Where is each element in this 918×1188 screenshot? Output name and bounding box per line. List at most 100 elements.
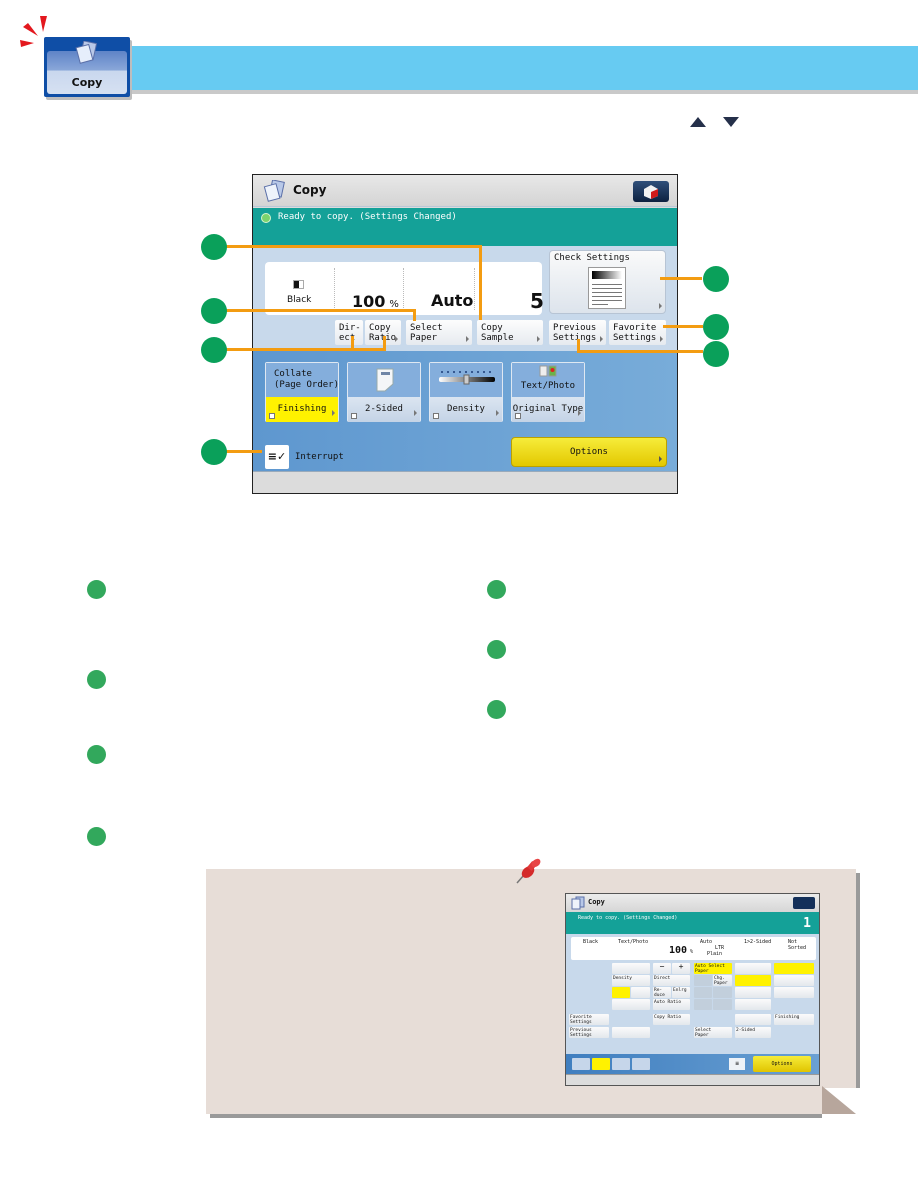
mini-interrupt-icon: ≡ (729, 1058, 745, 1070)
two-sided-key[interactable]: 2-Sided (347, 362, 421, 422)
options-button[interactable]: Options (511, 437, 667, 467)
mini-options: Options (753, 1056, 811, 1072)
callout-line-1-drop (479, 245, 482, 320)
down-arrow-icon (723, 117, 739, 127)
copy-sample-button[interactable]: Copy Sample (477, 320, 543, 345)
shortcut-icon (515, 413, 521, 419)
header-bar (128, 46, 918, 90)
status-bar: Ready to copy. (Settings Changed) (253, 208, 677, 246)
mini-two-sided-key: 2-Sided (735, 1027, 771, 1038)
interrupt-icon: ≡✓ (267, 450, 287, 463)
callout-marker-6 (703, 314, 729, 340)
current-settings-panel: Black 100% Auto 5 (265, 262, 544, 315)
mini-paper-drawer (694, 999, 712, 1010)
divider (334, 268, 335, 310)
pushpin-icon (516, 858, 541, 884)
mini-previous-settings: Previous Settings (569, 1027, 609, 1038)
select-paper-button-label: Select Paper (410, 323, 443, 343)
callout-marker-4 (201, 439, 227, 465)
divider (474, 268, 475, 310)
mini-ratio: 100 (669, 945, 688, 956)
mini-ratio-unit: % (690, 949, 694, 955)
description-bullet-4 (87, 827, 106, 846)
mini-favorite-settings: Favorite Settings (569, 1014, 609, 1025)
mini-id-card (612, 1027, 650, 1038)
full-function-screen-thumbnail: Copy Ready to copy. (Settings Changed) 1… (565, 893, 820, 1086)
description-bullet-3 (87, 745, 106, 764)
check-settings-button[interactable]: Check Settings (549, 250, 666, 314)
check-settings-label: Check Settings (554, 253, 630, 263)
description-bullet-2 (87, 670, 106, 689)
mini-shortcut-3 (612, 1058, 630, 1070)
status-text: Ready to copy. (Settings Changed) (278, 212, 457, 222)
main-menu-button[interactable] (633, 181, 669, 202)
callout-marker-7 (703, 341, 729, 367)
select-paper-button[interactable]: Select Paper (406, 320, 472, 345)
finishing-current-value: Collate (Page Order) (274, 369, 340, 390)
callout-line-3-direct (351, 336, 354, 350)
mini-direct: Direct (653, 975, 690, 986)
two-sided-icon (376, 368, 394, 392)
mini-two-sided: 1>2-Sided (744, 939, 772, 945)
submenu-arrow-icon (395, 336, 398, 342)
options-label: Options (570, 447, 608, 457)
interrupt-label: Interrupt (295, 452, 344, 462)
favorite-settings-button[interactable]: Favorite Settings (609, 320, 666, 345)
direct-button[interactable]: Dir- ect (335, 320, 363, 345)
up-arrow-icon (690, 117, 706, 127)
density-label: Density (430, 397, 502, 422)
finishing-key[interactable]: Collate (Page Order) Finishing (265, 362, 339, 422)
mini-plus: + (672, 963, 690, 974)
original-type-key[interactable]: Text/Photo Original Type (511, 362, 585, 422)
mini-shortcut-4 (632, 1058, 650, 1070)
mini-color: Black (583, 939, 599, 945)
callout-line-5 (660, 277, 702, 280)
mini-status-text: Ready to copy. (Settings Changed) (578, 915, 678, 921)
mini-reduce: Re- duce (653, 987, 671, 998)
interrupt-button[interactable]: ≡✓ (265, 445, 289, 469)
submenu-arrow-icon (660, 336, 663, 342)
mini-paper-auto: Auto (700, 939, 713, 945)
mini-original-type: Text/Photo (618, 939, 649, 945)
mini-density: Density (612, 975, 650, 986)
main-menu-icon (644, 185, 658, 199)
screen-title-bar: Copy (253, 175, 677, 207)
screen-footer (253, 471, 677, 493)
density-slider-icon (439, 371, 495, 385)
submenu-arrow-icon (600, 336, 603, 342)
submenu-arrow-icon (537, 336, 540, 342)
mini-copy-ratio: Copy Ratio (653, 1014, 690, 1025)
mini-book-2-sided (735, 1014, 771, 1025)
density-key[interactable]: Density (429, 362, 503, 422)
callout-marker-1 (201, 234, 227, 260)
submenu-arrow-icon (496, 410, 499, 416)
description-bullet-6 (487, 640, 506, 659)
submenu-arrow-icon (578, 410, 581, 416)
callout-line-7 (577, 350, 703, 353)
mini-2-1-sided (735, 999, 771, 1010)
mini-density-lighter (612, 963, 650, 974)
description-bullet-7 (487, 700, 506, 719)
status-ready-icon (261, 213, 271, 223)
favorite-settings-label: Favorite Settings (613, 323, 657, 343)
mini-original-other (631, 987, 650, 998)
callout-line-3-ratio (383, 336, 386, 350)
mini-select-paper: Select Paper (694, 1027, 732, 1038)
mini-menu-button (793, 897, 815, 909)
copy-main-screen: Copy Ready to copy. (Settings Changed) B… (252, 174, 678, 494)
mini-copies: 1 (803, 916, 811, 931)
copy-app-icon (263, 180, 285, 202)
callout-line-7-drop (577, 339, 580, 353)
mini-shortcut-1 (572, 1058, 590, 1070)
callout-line-1 (226, 245, 482, 248)
copy-sample-button-label: Copy Sample (481, 323, 514, 343)
copy-app-icon (75, 41, 97, 64)
page-curl (822, 1086, 856, 1114)
mini-collate (774, 975, 814, 986)
original-type-label: Original Type (512, 397, 584, 422)
mini-chg-paper: Chg. Paper (713, 975, 732, 986)
black-mode-icon (293, 280, 304, 289)
shortcut-icon (433, 413, 439, 419)
copy-app-icon (571, 896, 585, 910)
text-photo-icon (539, 365, 557, 377)
